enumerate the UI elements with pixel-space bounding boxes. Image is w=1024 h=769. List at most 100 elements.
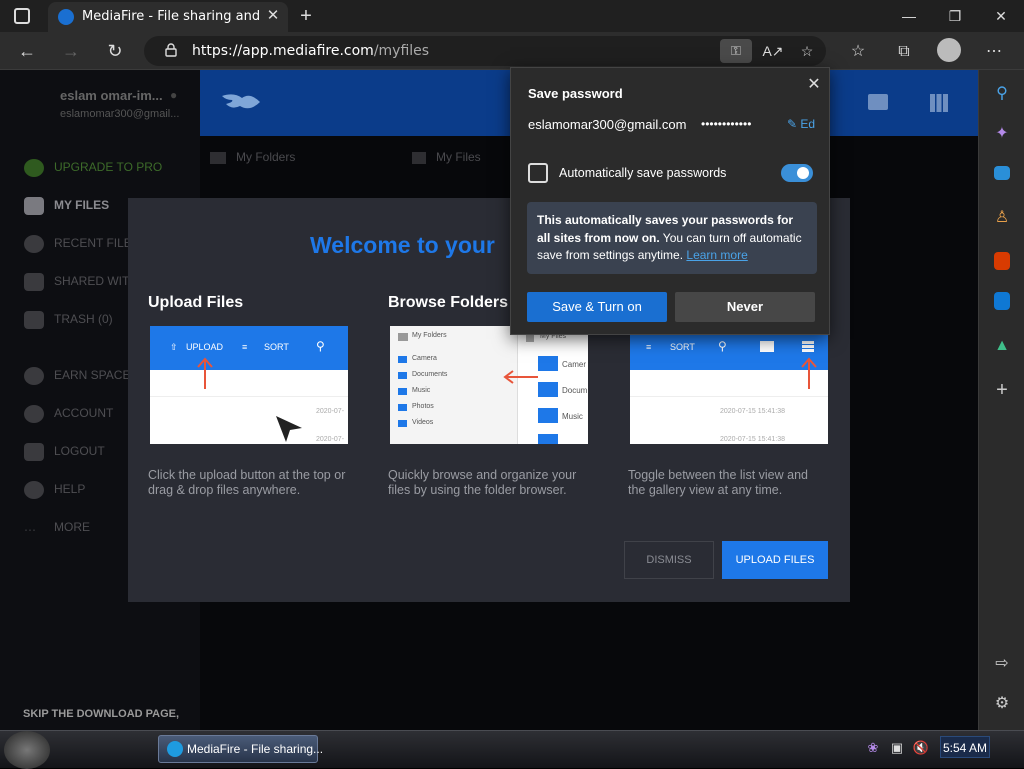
minimize-button[interactable]: — — [886, 0, 932, 32]
people-icon — [24, 272, 44, 291]
folder-icon — [398, 333, 408, 341]
add-favorite-icon[interactable]: ☆ — [796, 40, 818, 62]
taskbar-item-label: MediaFire - File sharing... — [187, 742, 324, 756]
read-aloud-icon[interactable]: A↗ — [762, 40, 784, 62]
shopping-icon[interactable] — [994, 166, 1010, 180]
window-close-button[interactable]: ✕ — [978, 0, 1024, 32]
maximize-button[interactable]: ❐ — [932, 0, 978, 32]
sidebar-settings-gear-icon[interactable]: ⚙ — [990, 692, 1014, 716]
nav-label: SHARED WITH — [54, 274, 138, 288]
breadcrumb-my-files[interactable]: My Files — [436, 150, 481, 164]
more-menu-icon[interactable]: ⋯ — [982, 40, 1006, 64]
skip-download-text: SKIP THE DOWNLOAD PAGE, — [23, 708, 180, 720]
view-toggle-preview-image: ≡ SORT ⚲ 2020-07-15 15:41:38 2020-07-15 … — [630, 326, 828, 444]
upgrade-icon — [24, 158, 44, 177]
save-disk-icon — [528, 163, 548, 183]
divider — [630, 396, 828, 397]
breadcrumb-my-folders[interactable]: My Folders — [236, 150, 295, 164]
row-date: 2020-07- — [316, 408, 345, 415]
new-tab-button[interactable]: + — [294, 4, 318, 28]
games-tree-icon[interactable]: ▲ — [990, 334, 1014, 358]
search-icon[interactable]: ⚲ — [990, 82, 1014, 106]
folder-icon — [538, 434, 558, 444]
browse-preview-image: My Folders Camera Documents Music Photos… — [390, 326, 588, 444]
favorites-icon[interactable]: ☆ — [846, 40, 870, 64]
back-button[interactable]: ← — [14, 38, 40, 64]
welcome-title: Welcome to your — [310, 232, 495, 258]
upload-files-description: Click the upload button at the top or dr… — [148, 468, 346, 497]
plus-circle-icon — [24, 366, 44, 385]
folder-icon — [398, 420, 407, 427]
feather-tray-icon[interactable]: ❀ — [864, 739, 882, 757]
gear-icon — [24, 404, 44, 423]
search-icon: ⚲ — [316, 339, 325, 353]
trash-icon — [24, 310, 44, 329]
user-email: eslamomar300@gmail... — [60, 108, 180, 120]
pencil-icon: ✎ — [787, 117, 801, 131]
address-bar[interactable]: https://app.mediafire.com/myfiles ⚿ A↗ ☆ — [144, 36, 826, 66]
tab-actions-icon[interactable] — [14, 8, 30, 24]
info-text: This automatically saves your passwords … — [537, 212, 809, 265]
divider — [150, 396, 348, 397]
nav-label: RECENT FILES — [54, 236, 140, 250]
dismiss-button[interactable]: DISMISS — [624, 541, 714, 579]
save-password-popup: Save password ✕ eslamomar300@gmail.com •… — [510, 67, 830, 335]
new-folder-icon[interactable] — [868, 94, 888, 110]
browser-toolbar: ← → ↻ https://app.mediafire.com/myfiles … — [0, 32, 1024, 70]
folder-icon — [398, 404, 407, 411]
notification-bell-icon[interactable]: ● — [170, 88, 177, 102]
taskbar-clock[interactable]: 5:54 AM — [940, 736, 990, 758]
preview-sort-label: SORT — [670, 342, 695, 352]
nav-label: MORE — [54, 520, 90, 534]
folder-icon — [398, 388, 407, 395]
never-button[interactable]: Never — [675, 292, 815, 322]
nav-upgrade[interactable]: UPGRADE TO PRO — [24, 156, 194, 178]
nav-label: UPGRADE TO PRO — [54, 160, 163, 174]
upload-preview-image: ⇧ UPLOAD ≡ SORT ⚲ 2020-07- 2020-07- — [150, 326, 348, 444]
refresh-button[interactable]: ↻ — [102, 38, 128, 64]
profile-avatar[interactable] — [937, 38, 961, 62]
preview-my-folders: My Folders — [412, 332, 447, 339]
volume-muted-tray-icon[interactable]: 🔇 — [912, 739, 930, 757]
cursor-arrow-icon — [276, 416, 302, 442]
upload-files-button[interactable]: UPLOAD FILES — [722, 541, 828, 579]
learn-more-link[interactable]: Learn more — [686, 248, 747, 262]
preview-upload-label: UPLOAD — [186, 342, 224, 352]
upload-files-heading: Upload Files — [148, 294, 244, 311]
start-skull-icon[interactable] — [4, 731, 50, 769]
edit-label: Ed — [800, 117, 816, 131]
taskbar-browser-item[interactable]: MediaFire - File sharing... — [158, 735, 323, 763]
red-arrow-up-icon — [197, 357, 213, 389]
preview-folder: Camera — [412, 355, 437, 362]
hide-sidebar-icon[interactable]: ⇨ — [990, 652, 1014, 676]
popup-close-icon[interactable]: ✕ — [803, 74, 825, 96]
preview-folder-pane — [390, 326, 518, 444]
url-path: /myfiles — [373, 43, 430, 59]
grid-view-icon[interactable] — [930, 94, 948, 112]
folder-icon — [538, 382, 558, 397]
home-icon — [412, 152, 426, 164]
outlook-icon[interactable] — [994, 292, 1010, 310]
preview-folder: Videos — [412, 419, 434, 426]
tools-icon[interactable]: ♙ — [990, 206, 1014, 230]
browser-tab[interactable]: MediaFire - File sharing and stor ✕ — [48, 2, 288, 32]
forward-button[interactable]: → — [58, 38, 84, 64]
taskbar: MediaFire - File sharing... ❀ ▣ 🔇 5:54 A… — [0, 730, 1024, 769]
preview-right-folder: Music — [562, 412, 583, 421]
browse-folders-heading: Browse Folders — [388, 294, 509, 311]
save-and-turn-on-button[interactable]: Save & Turn on — [527, 292, 667, 322]
row-date: 2020-07-15 15:41:38 — [720, 436, 785, 443]
network-tray-icon[interactable]: ▣ — [888, 739, 906, 757]
office-icon[interactable] — [994, 252, 1010, 270]
folder-icon — [24, 196, 44, 215]
tab-close-icon[interactable]: ✕ — [264, 7, 282, 25]
auto-save-toggle[interactable] — [781, 164, 813, 182]
popup-edit-link[interactable]: ✎ Ed — [787, 117, 815, 131]
collections-icon[interactable]: ⧉ — [892, 40, 916, 64]
add-sidebar-app-icon[interactable]: + — [990, 378, 1014, 402]
info-box: This automatically saves your passwords … — [527, 202, 817, 274]
browse-folders-description: Quickly browse and organize your files b… — [388, 468, 577, 497]
password-key-icon[interactable]: ⚿ — [720, 39, 752, 63]
copilot-icon[interactable]: ✦ — [990, 122, 1014, 146]
url-host: https://app.mediafire.com — [192, 43, 374, 59]
